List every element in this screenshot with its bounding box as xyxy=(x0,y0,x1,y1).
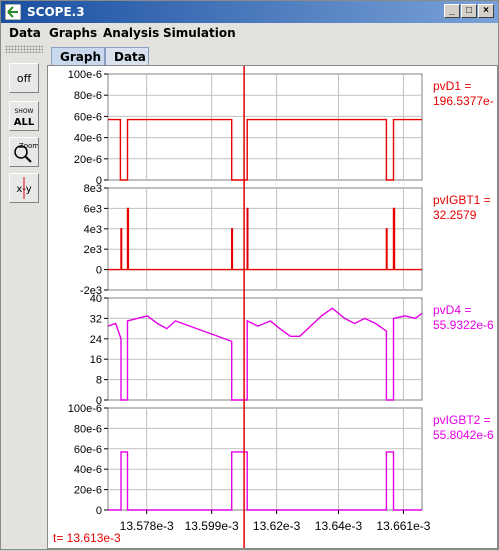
y-tick-label: 6e3 xyxy=(84,203,102,215)
graph-frame xyxy=(107,297,423,401)
y-tick-label: 100e-6 xyxy=(68,403,102,415)
zoom-icon: Zoom xyxy=(14,142,39,163)
x-tick-label: 13.599e-3 xyxy=(185,519,239,533)
legend-label: pvIGBT2 = xyxy=(433,413,491,427)
window-title: SCOPE.3 xyxy=(27,5,85,19)
graph-panel-2: 8e36e34e32e30-2e3pvIGBT1 =32.2579 xyxy=(80,183,491,297)
menu-simulation[interactable]: Simulation xyxy=(163,26,236,40)
graph-panel-1: 100e-680e-660e-640e-620e-60pvD1 =196.537… xyxy=(68,69,494,187)
tab-graph[interactable]: Graph xyxy=(51,47,105,66)
graph-frame xyxy=(107,407,423,511)
y-tick-label: 8 xyxy=(96,375,102,387)
y-tick-label: 16 xyxy=(90,354,102,366)
y-tick-label: 24 xyxy=(90,334,102,346)
xy-icon: x-y xyxy=(16,177,32,199)
legend-label: pvIGBT1 = xyxy=(433,193,491,207)
y-tick-label: 60e-6 xyxy=(74,444,102,456)
y-tick-label: 8e3 xyxy=(84,183,102,195)
y-tick-label: 20e-6 xyxy=(74,485,102,497)
power-off-icon: off xyxy=(17,72,32,85)
x-tick-label: 13.661e-3 xyxy=(376,519,430,533)
y-tick-label: 32 xyxy=(90,313,102,325)
legend-value: 55.8042e-6 xyxy=(433,428,494,442)
graph-panel-3: 4032241680pvD4 =55.9322e-6 xyxy=(90,293,494,407)
legend-label: pvD1 = xyxy=(433,79,471,93)
graph-frame xyxy=(107,187,423,291)
cursor-time-readout: t= 13.613e-3 xyxy=(53,531,121,545)
title-bar[interactable]: SCOPE.3 _ □ × xyxy=(1,1,498,23)
y-tick-label: 4e3 xyxy=(84,224,102,236)
show-all-icon: SHOW ALL xyxy=(14,108,35,128)
y-tick-label: 40e-6 xyxy=(74,133,102,145)
show-all-button[interactable]: SHOW ALL xyxy=(9,101,39,131)
plot-area[interactable]: 100e-6 80e-6 60e-6 40e-6 20e-6 0 pvD1 = 196.537… xyxy=(47,65,498,549)
app-icon xyxy=(5,4,21,20)
y-tick-label: 0 xyxy=(96,265,102,277)
svg-text:Zoom: Zoom xyxy=(19,142,38,150)
y-tick-label: 0 xyxy=(96,505,102,517)
scope-graphs[interactable]: 100e-6 80e-6 60e-6 40e-6 20e-6 0 pvD1 =196.537… xyxy=(48,66,497,548)
y-tick-label: 20e-6 xyxy=(74,154,102,166)
y-tick-label: 80e-6 xyxy=(74,90,102,102)
menu-bar: Data Graphs Analysis Simulation xyxy=(1,23,498,43)
xy-button[interactable]: x-y xyxy=(9,173,39,203)
svg-text:ALL: ALL xyxy=(14,117,35,128)
y-tick-label: 80e-6 xyxy=(74,423,102,435)
zoom-button[interactable]: Zoom xyxy=(9,137,39,167)
y-tick-label: 100e-6 xyxy=(68,69,102,81)
menu-graphs[interactable]: Graphs xyxy=(49,26,97,40)
minimize-button[interactable]: _ xyxy=(444,4,460,18)
tab-data[interactable]: Data xyxy=(105,47,149,66)
legend-value: 196.5377e- xyxy=(433,94,494,108)
legend-value: 32.2579 xyxy=(433,208,477,222)
svg-text:SHOW: SHOW xyxy=(15,108,34,115)
maximize-button[interactable]: □ xyxy=(461,4,477,18)
menu-data[interactable]: Data xyxy=(9,26,41,40)
legend-label: pvD4 = xyxy=(433,303,471,317)
close-button[interactable]: × xyxy=(478,4,494,18)
off-label: off xyxy=(17,72,32,85)
y-tick-label: 40 xyxy=(90,293,102,305)
y-tick-label: 60e-6 xyxy=(74,111,102,123)
off-button[interactable]: off xyxy=(9,63,39,93)
legend-value: 55.9322e-6 xyxy=(433,318,494,332)
scope-window: SCOPE.3 _ □ × Data Graphs Analysis Simul… xyxy=(0,0,499,550)
x-tick-label: 13.64e-3 xyxy=(315,519,363,533)
menu-analysis[interactable]: Analysis xyxy=(103,26,159,40)
graph-frame xyxy=(107,73,423,181)
x-tick-label: 13.62e-3 xyxy=(253,519,301,533)
y-tick-label: 40e-6 xyxy=(74,464,102,476)
toolbar-grip[interactable] xyxy=(5,45,43,53)
y-tick-label: 2e3 xyxy=(84,244,102,256)
svg-text:x-y: x-y xyxy=(16,184,31,195)
x-tick-label: 13.578e-3 xyxy=(120,519,174,533)
graph-panel-4: 100e-6 80e-6 60e-6 40e-6 20e-6 0 pvIGBT2 =55.8… xyxy=(68,403,494,517)
